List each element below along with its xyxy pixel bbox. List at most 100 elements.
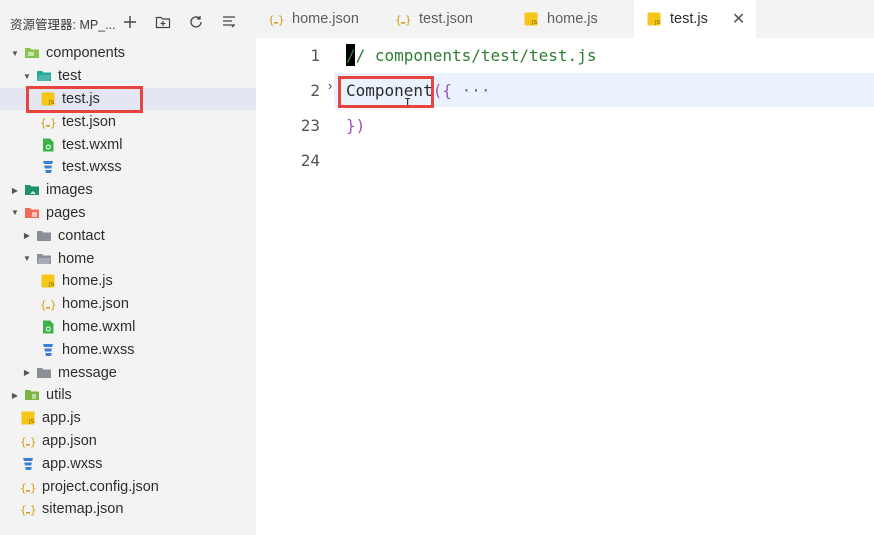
tree-item-label: test.wxml: [62, 136, 123, 153]
tab-label: test.json: [419, 11, 473, 27]
tree-file-item[interactable]: {} test.json: [0, 110, 256, 133]
explorer-sidebar: 资源管理器: MP_... ▼ components ▼ test JS test.js {…: [0, 0, 256, 535]
folder-icon: [36, 228, 52, 244]
svg-text:JS: JS: [48, 282, 55, 288]
chevron-down-icon[interactable]: ▼: [10, 208, 20, 218]
svg-text:}: }: [30, 504, 36, 517]
editor-tab[interactable]: JS home.js: [511, 0, 634, 38]
tree-item-label: app.wxss: [42, 455, 103, 472]
tree-file-item[interactable]: home.wxss: [0, 338, 256, 361]
svg-text:JS: JS: [654, 20, 661, 26]
fold-arrow-icon[interactable]: ›: [328, 78, 332, 93]
json-file-icon: {}: [395, 11, 411, 27]
chevron-right-icon[interactable]: ▶: [10, 390, 20, 400]
identifier-component: Component: [346, 81, 433, 100]
svg-text:}: }: [50, 116, 56, 129]
js-file-icon: JS: [40, 273, 56, 289]
tree-folder-item[interactable]: ▼ components: [0, 42, 256, 65]
new-file-icon[interactable]: [120, 12, 140, 32]
json-file-icon: {}: [40, 114, 56, 130]
chevron-down-icon[interactable]: ▼: [22, 71, 32, 81]
tab-label: home.js: [547, 11, 598, 27]
tree-folder-item[interactable]: ▶ message: [0, 361, 256, 384]
svg-text:{: {: [395, 14, 402, 27]
tree-item-label: test.wxss: [62, 159, 122, 176]
svg-text:JS: JS: [48, 100, 55, 106]
close-paren: ): [355, 116, 366, 135]
chevron-down-icon[interactable]: ▼: [22, 254, 32, 264]
folder-icon: [24, 45, 40, 61]
file-tree: ▼ components ▼ test JS test.js {} test.json test…: [0, 42, 256, 521]
wxml-file-icon: [40, 319, 56, 335]
json-file-icon: {}: [20, 433, 36, 449]
tree-item-label: contact: [58, 227, 105, 244]
tree-file-item[interactable]: {} sitemap.json: [0, 498, 256, 521]
tree-item-label: home.json: [62, 296, 129, 313]
tree-item-label: home.js: [62, 273, 113, 290]
code-editor[interactable]: 1 // components/test/test.js › 2 Compone…: [256, 38, 874, 535]
svg-text:{: {: [40, 116, 47, 129]
tree-folder-item[interactable]: ▼ home: [0, 247, 256, 270]
close-icon[interactable]: ✕: [732, 9, 745, 29]
js-file-icon: JS: [646, 11, 662, 27]
tree-file-item[interactable]: {} app.json: [0, 430, 256, 453]
tree-file-item[interactable]: {} home.json: [0, 293, 256, 316]
explorer-title: 资源管理器: MP_...: [10, 18, 116, 32]
svg-text:}: }: [405, 14, 411, 27]
svg-text:{: {: [20, 481, 27, 494]
line-number: 1: [310, 46, 320, 65]
svg-text:}: }: [50, 299, 56, 312]
editor-tab[interactable]: {} test.json: [383, 0, 511, 38]
new-folder-icon[interactable]: [153, 12, 173, 32]
open-paren: (: [432, 81, 443, 100]
tree-folder-item[interactable]: ▼ test: [0, 65, 256, 88]
editor-tab[interactable]: JS test.js ✕: [634, 0, 756, 38]
svg-text:{: {: [20, 435, 27, 448]
svg-text:JS: JS: [28, 419, 35, 425]
line-number: 23: [300, 116, 320, 135]
tree-file-item[interactable]: JS app.js: [0, 407, 256, 430]
tree-item-label: test.json: [62, 113, 116, 130]
chevron-down-icon[interactable]: ▼: [10, 48, 20, 58]
tree-item-label: utils: [46, 387, 72, 404]
code-line-1: // components/test/test.js: [346, 46, 596, 65]
tree-file-item[interactable]: home.wxml: [0, 316, 256, 339]
tree-file-item[interactable]: JS home.js: [0, 270, 256, 293]
tree-folder-item[interactable]: ▶ images: [0, 179, 256, 202]
tree-folder-item[interactable]: ▼ pages: [0, 202, 256, 225]
js-file-icon: JS: [20, 410, 36, 426]
close-brace: }: [346, 116, 356, 135]
chevron-right-icon[interactable]: ▶: [22, 231, 32, 241]
ibeam-cursor-icon: I: [404, 96, 412, 110]
collapse-all-icon[interactable]: [219, 12, 239, 32]
tree-file-item[interactable]: JS test.js: [0, 87, 256, 111]
folded-ellipsis[interactable]: ···: [462, 81, 491, 100]
tree-file-item[interactable]: test.wxss: [0, 156, 256, 179]
folder-icon: [24, 205, 40, 221]
chevron-right-icon[interactable]: ▶: [10, 185, 20, 195]
tree-item-label: images: [46, 182, 93, 199]
refresh-icon[interactable]: [186, 12, 206, 32]
line-number: 24: [300, 151, 320, 170]
tree-file-item[interactable]: {} project.config.json: [0, 475, 256, 498]
tree-folder-item[interactable]: ▶ utils: [0, 384, 256, 407]
tree-item-label: pages: [46, 204, 86, 221]
tree-file-item[interactable]: app.wxss: [0, 452, 256, 475]
folder-icon: [36, 365, 52, 381]
wxml-file-icon: [40, 137, 56, 153]
js-file-icon: JS: [40, 91, 56, 107]
wxss-file-icon: [40, 159, 56, 175]
chevron-right-icon[interactable]: ▶: [22, 368, 32, 378]
explorer-header: 资源管理器: MP_...: [0, 0, 256, 44]
svg-text:}: }: [30, 481, 36, 494]
svg-text:}: }: [278, 14, 284, 27]
folder-icon: [24, 182, 40, 198]
tree-item-label: test.js: [62, 90, 100, 107]
editor-tab[interactable]: {} home.json: [256, 0, 383, 38]
tree-item-label: home.wxml: [62, 318, 136, 335]
tree-file-item[interactable]: test.wxml: [0, 133, 256, 156]
tree-item-label: message: [58, 364, 117, 381]
svg-text:}: }: [30, 435, 36, 448]
tree-item-label: test: [58, 68, 82, 85]
tree-folder-item[interactable]: ▶ contact: [0, 224, 256, 247]
